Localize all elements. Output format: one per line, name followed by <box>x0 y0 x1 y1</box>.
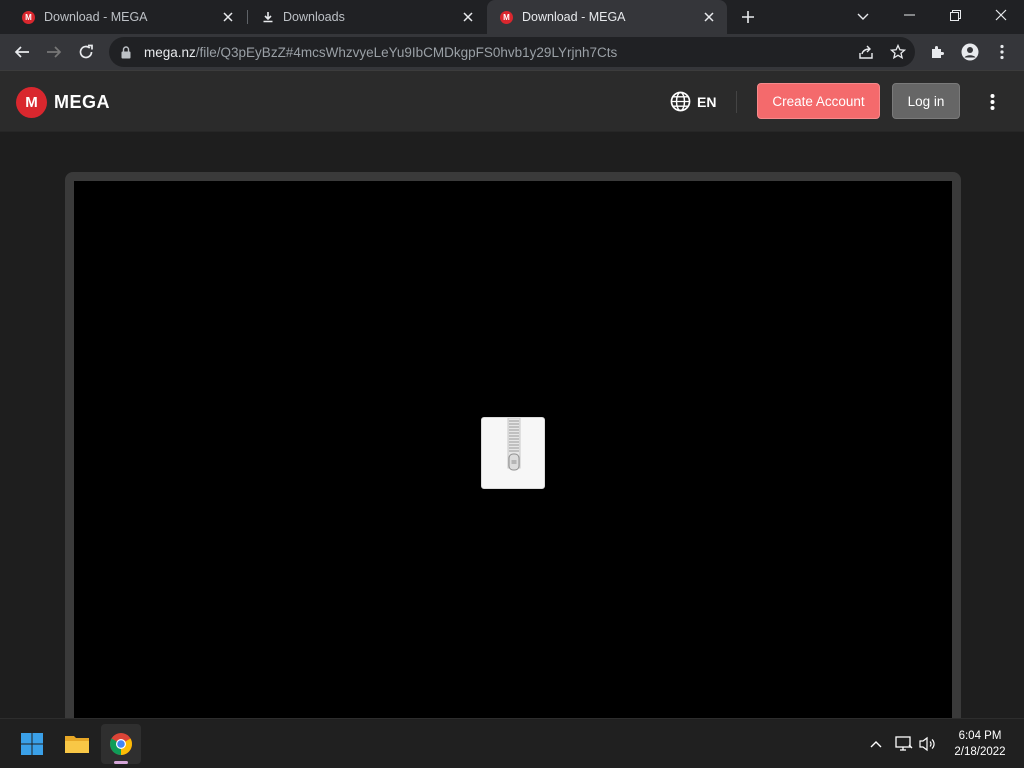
close-window-button[interactable] <box>978 0 1024 30</box>
avatar-icon <box>961 43 979 61</box>
tab-search-button[interactable] <box>846 0 880 34</box>
download-icon <box>261 11 274 24</box>
mega-icon: M <box>500 10 513 24</box>
tab-label: Downloads <box>283 10 345 24</box>
url-path: /file/Q3pEyBzZ#4mcsWhzvyeLeYu9IbCMDkgpFS… <box>195 44 618 60</box>
chevron-up-icon[interactable] <box>866 734 886 754</box>
tab-mega-active[interactable]: M Download - MEGA <box>487 0 727 34</box>
address-bar[interactable]: mega.nz/file/Q3pEyBzZ#4mcsWhzvyeLeYu9IbC… <box>109 37 915 67</box>
tab-strip: M Download - MEGA Downloads M Download -… <box>0 0 1024 34</box>
mega-logo[interactable]: M MEGA <box>16 87 110 118</box>
file-preview <box>74 181 952 721</box>
extensions-button[interactable] <box>922 36 954 68</box>
browser-toolbar: mega.nz/file/Q3pEyBzZ#4mcsWhzvyeLeYu9IbC… <box>0 34 1024 71</box>
chrome-icon <box>110 733 132 755</box>
minimize-button[interactable] <box>886 0 932 30</box>
page-content <box>0 132 1024 732</box>
close-icon[interactable] <box>701 9 717 25</box>
clock-time: 6:04 PM <box>958 730 1002 742</box>
create-account-button[interactable]: Create Account <box>757 83 880 119</box>
language-label: EN <box>697 93 717 110</box>
url-host: mega.nz <box>144 44 196 60</box>
share-icon <box>859 45 873 59</box>
tab-label: Download - MEGA <box>44 10 148 24</box>
star-icon <box>890 44 906 60</box>
tab-mega-1[interactable]: M Download - MEGA <box>0 0 246 34</box>
globe-icon <box>670 91 691 112</box>
browser-menu-button[interactable] <box>986 36 1018 68</box>
close-icon[interactable] <box>460 9 476 25</box>
login-button[interactable]: Log in <box>892 83 960 119</box>
start-button[interactable] <box>12 724 52 764</box>
kebab-menu-icon <box>990 94 994 110</box>
header-divider <box>736 91 737 113</box>
reload-button[interactable] <box>70 36 102 68</box>
lock-icon[interactable] <box>120 45 132 59</box>
mega-header: M MEGA EN Create Account Log in <box>0 71 1024 132</box>
clock-date: 2/18/2022 <box>954 746 1006 758</box>
arrow-left-icon <box>14 46 29 58</box>
mega-icon: M <box>22 10 35 24</box>
close-icon[interactable] <box>220 9 236 25</box>
language-selector[interactable]: EN <box>670 91 716 112</box>
restore-button[interactable] <box>932 0 978 30</box>
url-text: mega.nz/file/Q3pEyBzZ#4mcsWhzvyeLeYu9IbC… <box>144 45 617 60</box>
windows-taskbar: 6:04 PM 2/18/2022 <box>0 718 1024 768</box>
mega-menu-button[interactable] <box>980 90 1004 114</box>
file-explorer-icon <box>65 736 89 753</box>
back-button[interactable] <box>6 36 38 68</box>
share-button[interactable] <box>850 36 882 68</box>
windows-start-icon <box>21 733 43 755</box>
arrow-right-icon <box>47 46 62 58</box>
tab-downloads[interactable]: Downloads <box>248 0 486 34</box>
zip-archive-icon <box>481 417 545 489</box>
mega-logo-mark: M <box>16 87 47 118</box>
bookmark-button[interactable] <box>882 36 914 68</box>
kebab-menu-icon <box>1000 44 1004 60</box>
forward-button[interactable] <box>38 36 70 68</box>
volume-icon[interactable] <box>918 734 938 754</box>
file-explorer-button[interactable] <box>57 724 97 764</box>
chevron-down-icon <box>857 13 869 20</box>
network-icon[interactable] <box>894 734 914 754</box>
mega-logo-text: MEGA <box>54 92 110 112</box>
chrome-taskbar-button[interactable] <box>101 724 141 764</box>
tab-label: Download - MEGA <box>522 10 626 24</box>
puzzle-icon <box>932 46 944 58</box>
system-clock[interactable]: 6:04 PM 2/18/2022 <box>946 728 1014 760</box>
reload-icon <box>79 44 93 59</box>
new-tab-button[interactable] <box>731 0 765 34</box>
active-app-indicator <box>114 761 128 764</box>
profile-button[interactable] <box>954 36 986 68</box>
